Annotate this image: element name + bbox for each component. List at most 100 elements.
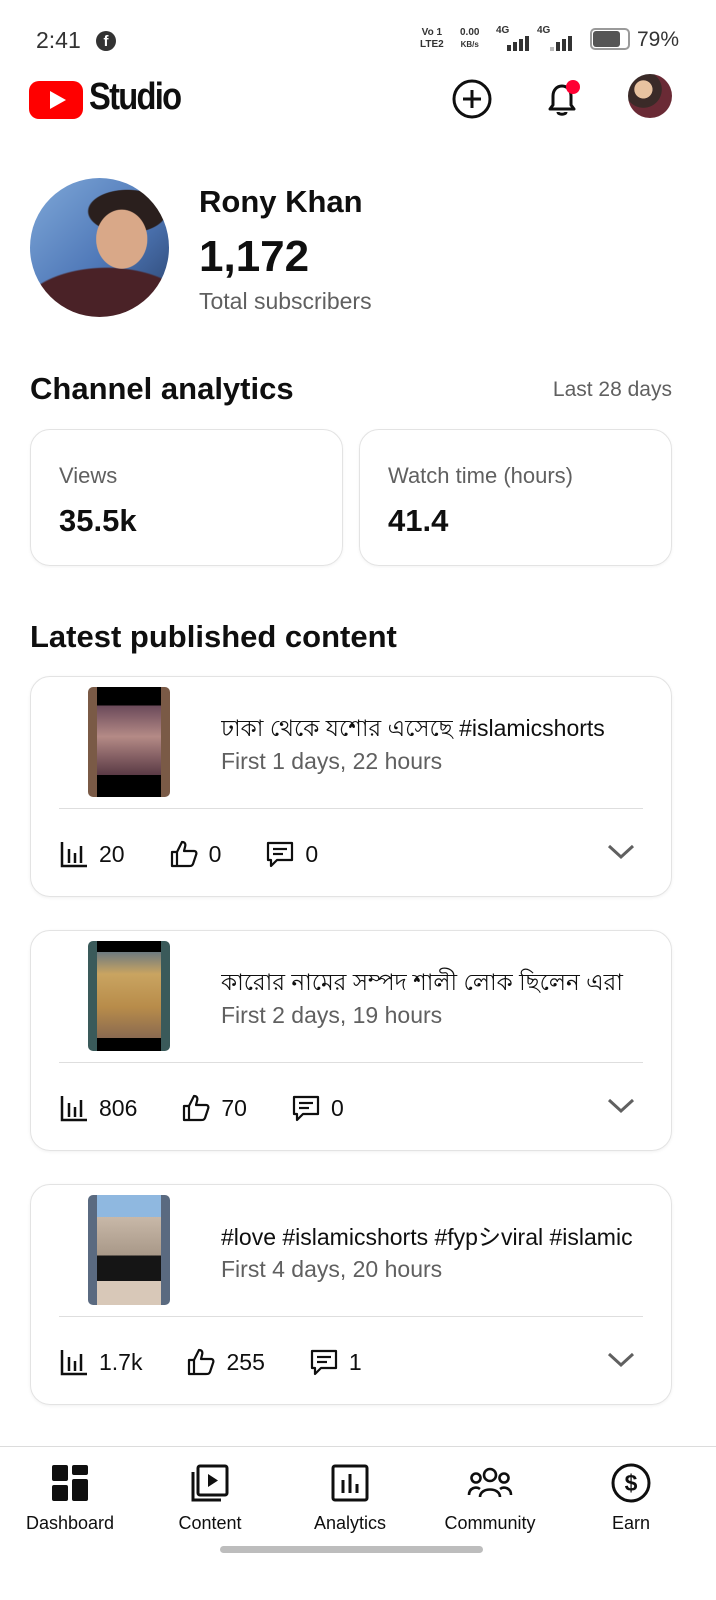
likes-metric: 70	[181, 1093, 247, 1123]
video-metrics: 20 0 0	[59, 837, 362, 871]
nav-label: Dashboard	[25, 1513, 115, 1533]
video-title[interactable]: কারোর নামের সম্পদ শালী লোক ছিলেন এরা	[221, 964, 649, 1003]
nav-earn[interactable]: $ Earn	[561, 1459, 701, 1534]
video-thumbnail[interactable]	[88, 687, 170, 797]
video-title[interactable]: #love #islamicshorts #fypシviral #islamic	[221, 1218, 649, 1252]
subscriber-count: 1,172	[199, 232, 310, 281]
video-metrics: 806 70 0	[59, 1091, 388, 1125]
divider	[59, 808, 643, 809]
likes-count: 255	[226, 1348, 265, 1375]
status-bar: 2:41 f Vo 1 LTE2 0.00 KB/s 4G 4G 79%	[0, 0, 716, 80]
likes-metric: 255	[186, 1347, 265, 1377]
views-value: 35.5k	[59, 503, 137, 538]
bottom-navigation: Dashboard Content Analytics Community $ …	[0, 1446, 716, 1600]
likes-metric: 0	[169, 839, 222, 869]
network-speed-unit: KB/s	[460, 40, 479, 49]
thumbs-up-icon	[170, 840, 198, 868]
battery-icon	[590, 28, 630, 50]
nav-community[interactable]: Community	[420, 1459, 560, 1534]
nav-dashboard[interactable]: Dashboard	[0, 1459, 140, 1534]
logo-text: Studio	[89, 76, 182, 118]
network-type-2: 4G	[537, 25, 551, 36]
channel-name: Rony Khan	[199, 184, 363, 219]
subscriber-label: Total subscribers	[199, 288, 372, 314]
bar-chart-icon	[60, 1096, 87, 1122]
signal-1-icon	[507, 36, 529, 51]
thumbs-up-icon	[188, 1348, 215, 1376]
views-count: 1.7k	[99, 1348, 143, 1375]
video-thumbnail[interactable]	[88, 1195, 170, 1305]
analytics-icon	[331, 1464, 369, 1502]
content-icon	[191, 1464, 229, 1502]
battery-percent: 79%	[637, 28, 680, 51]
views-count: 806	[99, 1094, 138, 1121]
video-age: First 1 days, 22 hours	[221, 748, 443, 774]
dashboard-icon	[52, 1465, 88, 1501]
content-card[interactable]: ঢাকা থেকে যশোর এসেছে #islamicshorts Firs…	[30, 676, 672, 897]
comments-count: 0	[330, 1094, 344, 1121]
video-age: First 2 days, 19 hours	[221, 1002, 443, 1028]
add-icon	[452, 79, 492, 119]
video-age: First 4 days, 20 hours	[221, 1256, 443, 1282]
chevron-down-icon[interactable]	[606, 1095, 636, 1115]
latest-content-title: Latest published content	[30, 619, 397, 654]
comment-icon	[310, 1349, 337, 1376]
svg-text:$: $	[625, 1470, 638, 1496]
app-header: Studio	[0, 70, 716, 126]
comments-metric: 0	[265, 839, 318, 869]
comments-count: 0	[305, 840, 319, 867]
youtube-play-icon	[29, 81, 83, 119]
watch-time-value: 41.4	[388, 503, 449, 538]
bar-chart-icon	[60, 1350, 87, 1376]
nav-label: Analytics	[313, 1513, 387, 1533]
views-card[interactable]: Views 35.5k	[30, 429, 343, 566]
account-avatar[interactable]	[628, 74, 672, 118]
channel-analytics-title: Channel analytics	[30, 371, 294, 406]
views-metric: 1.7k	[59, 1347, 142, 1377]
chevron-down-icon[interactable]	[606, 841, 636, 861]
divider	[59, 1062, 643, 1063]
network-speed: 0.00 KB/s	[460, 27, 479, 51]
nav-label: Content	[178, 1513, 242, 1533]
comments-count: 1	[348, 1348, 362, 1375]
lte-label: LTE2	[420, 39, 444, 50]
status-time: 2:41	[36, 27, 81, 53]
notification-bell-icon	[548, 80, 580, 116]
comment-icon	[292, 1095, 320, 1122]
notifications-button[interactable]	[538, 75, 586, 123]
earn-icon: $	[611, 1463, 651, 1503]
youtube-studio-logo[interactable]: Studio	[0, 70, 190, 126]
facebook-notification-icon: f	[96, 31, 116, 51]
community-icon	[467, 1467, 513, 1498]
nav-analytics[interactable]: Analytics	[280, 1459, 420, 1534]
watch-time-label: Watch time (hours)	[388, 463, 574, 488]
thumbs-up-icon	[183, 1094, 210, 1122]
views-metric: 20	[59, 839, 125, 869]
likes-count: 0	[208, 840, 222, 867]
bar-chart-icon	[60, 842, 87, 868]
content-card[interactable]: #love #islamicshorts #fypシviral #islamic…	[30, 1184, 672, 1405]
content-card[interactable]: কারোর নামের সম্পদ শালী লোক ছিলেন এরা Fir…	[30, 930, 672, 1151]
nav-content[interactable]: Content	[140, 1459, 280, 1534]
video-thumbnail[interactable]	[88, 941, 170, 1051]
watch-time-card[interactable]: Watch time (hours) 41.4	[359, 429, 672, 566]
chevron-down-icon[interactable]	[606, 1349, 636, 1369]
likes-count: 70	[221, 1094, 247, 1121]
volte-label: Vo 1	[421, 27, 443, 38]
analytics-period: Last 28 days	[552, 378, 672, 401]
nav-label: Earn	[611, 1513, 651, 1533]
comment-icon	[267, 841, 294, 868]
comments-metric: 0	[291, 1093, 344, 1123]
comments-metric: 1	[309, 1347, 362, 1377]
views-metric: 806	[59, 1093, 137, 1123]
home-indicator[interactable]	[220, 1546, 483, 1553]
video-title[interactable]: ঢাকা থেকে যশোর এসেছে #islamicshorts	[221, 710, 649, 749]
views-label: Views	[59, 463, 118, 488]
create-button[interactable]	[448, 75, 496, 123]
volte-indicator: Vo 1 LTE2	[420, 27, 444, 51]
channel-avatar	[30, 178, 169, 317]
nav-label: Community	[444, 1513, 536, 1533]
video-metrics: 1.7k 255 1	[59, 1345, 406, 1379]
views-count: 20	[99, 840, 125, 867]
signal-2-icon	[550, 36, 572, 51]
